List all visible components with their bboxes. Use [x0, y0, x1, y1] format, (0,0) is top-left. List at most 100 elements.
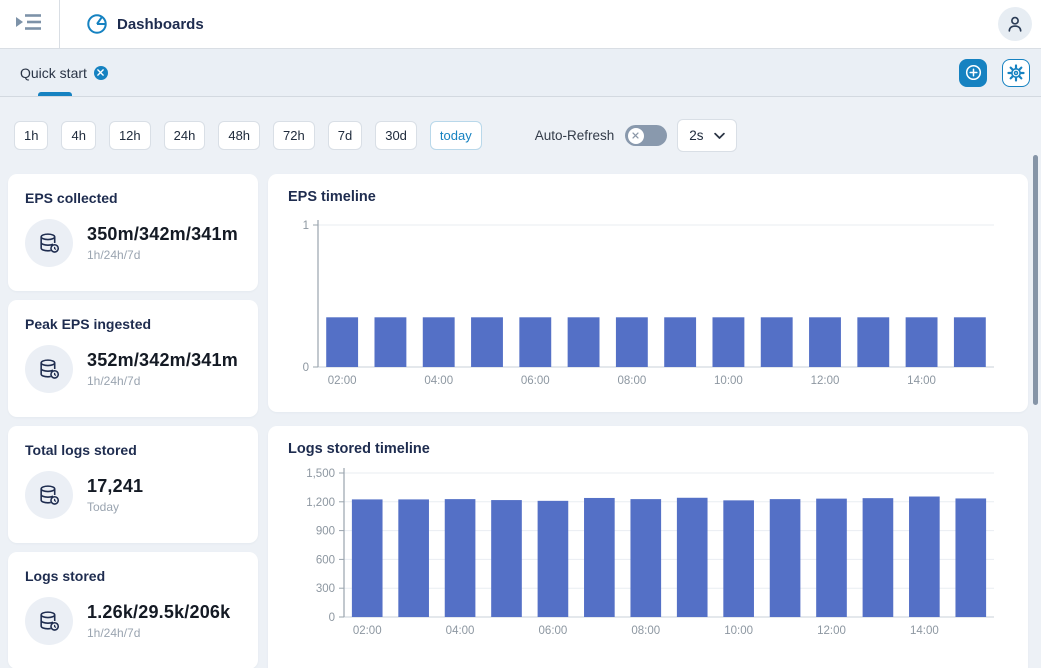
bar [568, 317, 600, 367]
stat-caption: 1h/24h/7d [87, 626, 230, 640]
database-icon [25, 597, 73, 645]
range-button-1h[interactable]: 1h [14, 121, 48, 150]
eps-timeline-card: EPS timeline 0102:0004:0006:0008:0010:00… [268, 174, 1028, 412]
bar [326, 317, 358, 367]
stat-caption: 1h/24h/7d [87, 374, 238, 388]
settings-button[interactable] [1002, 59, 1030, 87]
svg-text:08:00: 08:00 [631, 625, 660, 637]
sidebar-toggle-button[interactable] [0, 0, 60, 48]
stat-title: Logs stored [25, 568, 241, 584]
user-avatar-button[interactable] [998, 7, 1032, 41]
tab-close-icon[interactable] [94, 66, 108, 80]
stat-value: 350m/342m/341m [87, 224, 238, 245]
svg-text:08:00: 08:00 [617, 375, 646, 387]
stat-title: EPS collected [25, 190, 241, 206]
svg-text:1: 1 [303, 220, 309, 232]
tab-quick-start[interactable]: Quick start [0, 49, 122, 96]
bar [519, 317, 551, 367]
chart-title: Logs stored timeline [288, 441, 1008, 457]
svg-text:0: 0 [303, 362, 309, 374]
stat-value: 352m/342m/341m [87, 350, 238, 371]
stat-card-peak-eps: Peak EPS ingested 352m/342m/341m 1h/24h/… [8, 300, 258, 417]
add-dashboard-button[interactable] [959, 59, 987, 87]
bar [863, 498, 894, 617]
svg-text:900: 900 [316, 526, 335, 538]
range-button-7d[interactable]: 7d [328, 121, 362, 150]
range-button-24h[interactable]: 24h [164, 121, 206, 150]
bar [616, 317, 648, 367]
stat-value: 17,241 [87, 476, 143, 497]
range-button-4h[interactable]: 4h [61, 121, 95, 150]
toggle-off-knob-icon [628, 128, 644, 144]
refresh-interval-select[interactable]: 2s [677, 119, 737, 152]
svg-text:10:00: 10:00 [714, 375, 743, 387]
stat-caption: Today [87, 500, 143, 514]
svg-text:12:00: 12:00 [811, 375, 840, 387]
database-icon [25, 471, 73, 519]
range-button-72h[interactable]: 72h [273, 121, 315, 150]
page-title: Dashboards [117, 16, 204, 33]
auto-refresh-label: Auto-Refresh [535, 128, 615, 143]
svg-text:0: 0 [329, 612, 335, 624]
range-button-today[interactable]: today [430, 121, 482, 150]
bar [664, 317, 696, 367]
dashboard-tab-bar: Quick start [0, 49, 1041, 97]
menu-expand-icon [16, 13, 43, 36]
bar [954, 317, 986, 367]
gear-icon [1007, 64, 1025, 82]
bar [471, 317, 503, 367]
bar [712, 317, 744, 367]
database-icon [25, 345, 73, 393]
svg-text:06:00: 06:00 [539, 625, 568, 637]
svg-text:04:00: 04:00 [446, 625, 475, 637]
vertical-scrollbar[interactable] [1033, 155, 1038, 405]
user-icon [1004, 13, 1026, 35]
auto-refresh-toggle[interactable] [625, 125, 667, 146]
bar [677, 498, 708, 617]
stat-caption: 1h/24h/7d [87, 248, 238, 262]
svg-text:04:00: 04:00 [424, 375, 453, 387]
svg-text:02:00: 02:00 [328, 375, 357, 387]
svg-text:600: 600 [316, 554, 335, 566]
bar [445, 499, 476, 617]
database-icon [25, 219, 73, 267]
bar [352, 499, 383, 617]
svg-text:10:00: 10:00 [724, 625, 753, 637]
stat-value: 1.26k/29.5k/206k [87, 602, 230, 623]
bar [761, 317, 793, 367]
bar [909, 497, 940, 617]
bar [770, 499, 801, 617]
pie-chart-logo-icon [86, 13, 108, 35]
svg-text:06:00: 06:00 [521, 375, 550, 387]
bar [906, 317, 938, 367]
eps-timeline-chart: 0 1 02:00 04:00 06:00 08:00 10:00 12:00 14:00 [288, 209, 1008, 395]
svg-text:12:00: 12:00 [817, 625, 846, 637]
bar [816, 499, 847, 617]
refresh-interval-value: 2s [689, 128, 703, 143]
range-button-12h[interactable]: 12h [109, 121, 151, 150]
circled-plus-icon [965, 64, 982, 81]
dashboard-grid: EPS collected 350m/342m/341m 1h/24h/7d [8, 174, 1041, 668]
time-filter-row: 1h 4h 12h 24h 48h 72h 7d 30d today Auto-… [0, 97, 1041, 152]
bar [423, 317, 455, 367]
stat-title: Peak EPS ingested [25, 316, 241, 332]
top-bar: Dashboards [0, 0, 1041, 49]
bar [723, 500, 754, 617]
bar [374, 317, 406, 367]
bar [630, 499, 661, 617]
svg-text:14:00: 14:00 [910, 625, 939, 637]
stat-card-eps-collected: EPS collected 350m/342m/341m 1h/24h/7d [8, 174, 258, 291]
bar [398, 499, 429, 617]
range-button-30d[interactable]: 30d [375, 121, 417, 150]
tab-label: Quick start [20, 65, 87, 81]
svg-text:1,200: 1,200 [306, 497, 335, 509]
svg-text:14:00: 14:00 [907, 375, 936, 387]
range-button-48h[interactable]: 48h [218, 121, 260, 150]
svg-text:300: 300 [316, 583, 335, 595]
bar [809, 317, 841, 367]
bar [491, 500, 522, 617]
svg-text:02:00: 02:00 [353, 625, 382, 637]
logs-stored-timeline-chart: 03006009001,2001,50002:0004:0006:0008:00… [288, 461, 1008, 645]
active-tab-indicator [38, 92, 72, 96]
bar [538, 501, 569, 617]
